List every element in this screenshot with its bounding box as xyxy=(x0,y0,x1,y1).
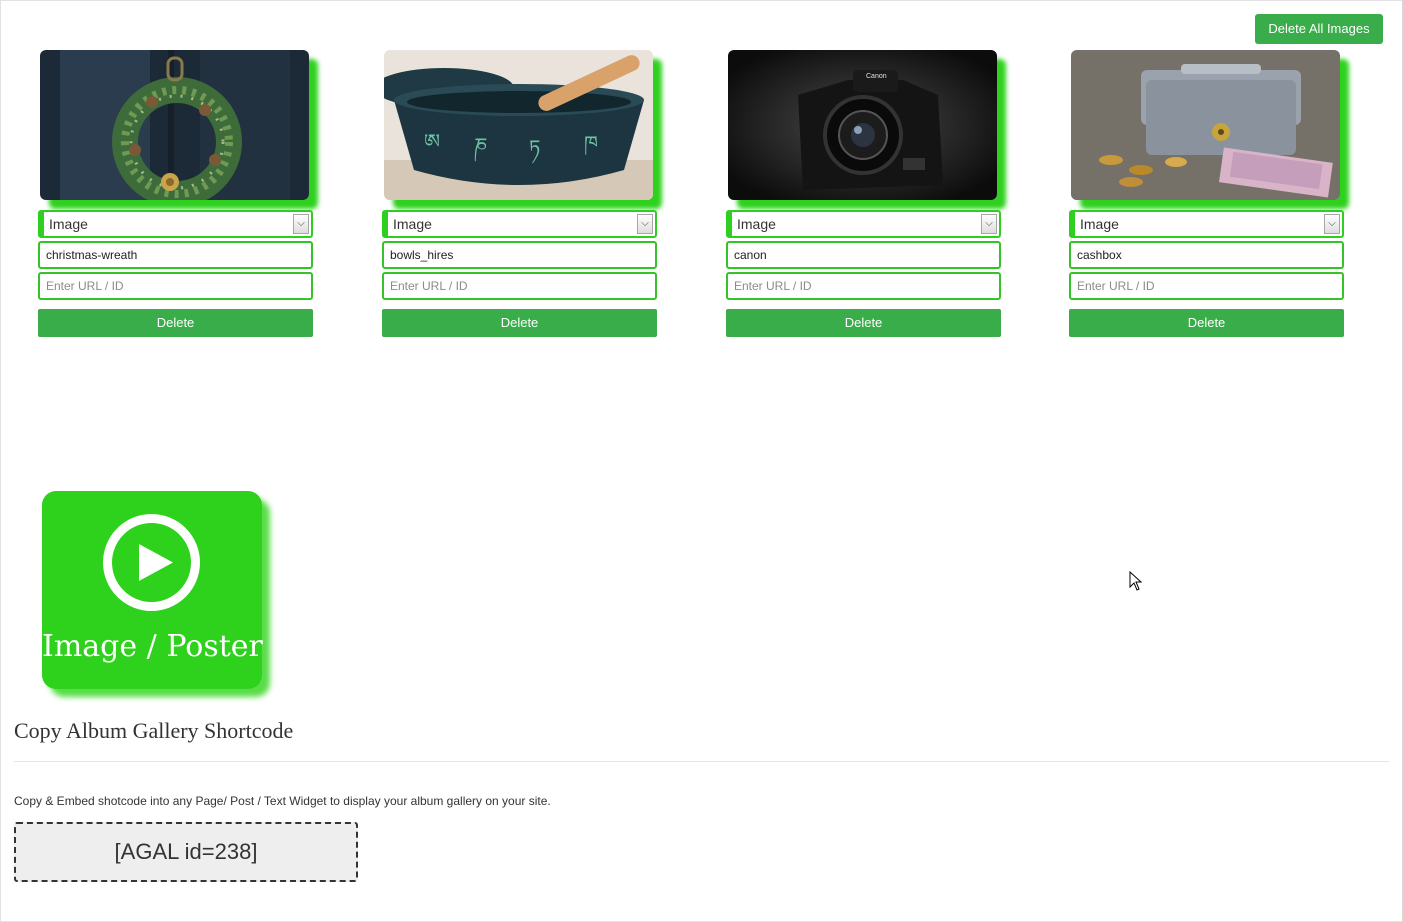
image-card: Image ⌵ Delete xyxy=(1069,50,1349,340)
media-type-select[interactable]: Image ⌵ xyxy=(1069,210,1344,238)
add-image-poster-button[interactable]: Image / Poster xyxy=(42,491,263,689)
delete-all-images-button[interactable]: Delete All Images xyxy=(1255,14,1383,44)
svg-text:Canon: Canon xyxy=(866,73,887,80)
image-url-field[interactable] xyxy=(726,272,1001,300)
media-type-select[interactable]: Image ⌵ xyxy=(38,210,313,238)
image-card: Image ⌵ Delete xyxy=(38,50,318,340)
svg-text:ཁ: ཁ xyxy=(584,131,598,156)
shortcode-box[interactable]: [AGAL id=238] xyxy=(14,822,358,882)
delete-image-button[interactable]: Delete xyxy=(38,309,313,337)
christmas-wreath-photo-icon xyxy=(40,50,309,200)
chevron-down-icon[interactable]: ⌵ xyxy=(981,214,997,234)
singing-bowl-photo-icon: ཨ ཎ ཏ ཁ xyxy=(384,50,653,200)
cashbox-photo-icon xyxy=(1071,50,1340,200)
chevron-down-icon[interactable]: ⌵ xyxy=(293,214,309,234)
play-circle-icon xyxy=(103,514,200,611)
delete-image-button[interactable]: Delete xyxy=(726,309,1001,337)
poster-label: Image / Poster xyxy=(42,629,263,664)
shortcode-heading: Copy Album Gallery Shortcode xyxy=(14,718,294,743)
chevron-down-icon[interactable]: ⌵ xyxy=(1324,214,1340,234)
media-type-value: Image xyxy=(737,216,776,232)
canon-camera-thumbnail[interactable]: Canon xyxy=(728,50,997,200)
singing-bowl-thumbnail[interactable]: ཨ ཎ ཏ ཁ xyxy=(384,50,653,200)
image-card: ཨ ཎ ཏ ཁ Image ⌵ Delete xyxy=(382,50,662,340)
image-name-field[interactable] xyxy=(38,241,313,269)
image-url-field[interactable] xyxy=(1069,272,1344,300)
image-url-field[interactable] xyxy=(382,272,657,300)
svg-text:ཨ: ཨ xyxy=(424,129,440,153)
divider xyxy=(14,761,1389,762)
shortcode-description: Copy & Embed shotcode into any Page/ Pos… xyxy=(14,794,551,808)
mouse-pointer-icon xyxy=(1129,571,1143,591)
media-type-select[interactable]: Image ⌵ xyxy=(382,210,657,238)
image-card: Canon Image ⌵ Delete xyxy=(726,50,1006,340)
media-type-select[interactable]: Image ⌵ xyxy=(726,210,1001,238)
christmas-wreath-thumbnail[interactable] xyxy=(40,50,309,200)
cashbox-thumbnail[interactable] xyxy=(1071,50,1340,200)
image-name-field[interactable] xyxy=(726,241,1001,269)
canon-camera-photo-icon: Canon xyxy=(728,50,997,200)
media-type-value: Image xyxy=(1080,216,1119,232)
chevron-down-icon[interactable]: ⌵ xyxy=(637,214,653,234)
image-name-field[interactable] xyxy=(382,241,657,269)
delete-image-button[interactable]: Delete xyxy=(382,309,657,337)
image-name-field[interactable] xyxy=(1069,241,1344,269)
delete-image-button[interactable]: Delete xyxy=(1069,309,1344,337)
image-url-field[interactable] xyxy=(38,272,313,300)
media-type-value: Image xyxy=(393,216,432,232)
media-type-value: Image xyxy=(49,216,88,232)
